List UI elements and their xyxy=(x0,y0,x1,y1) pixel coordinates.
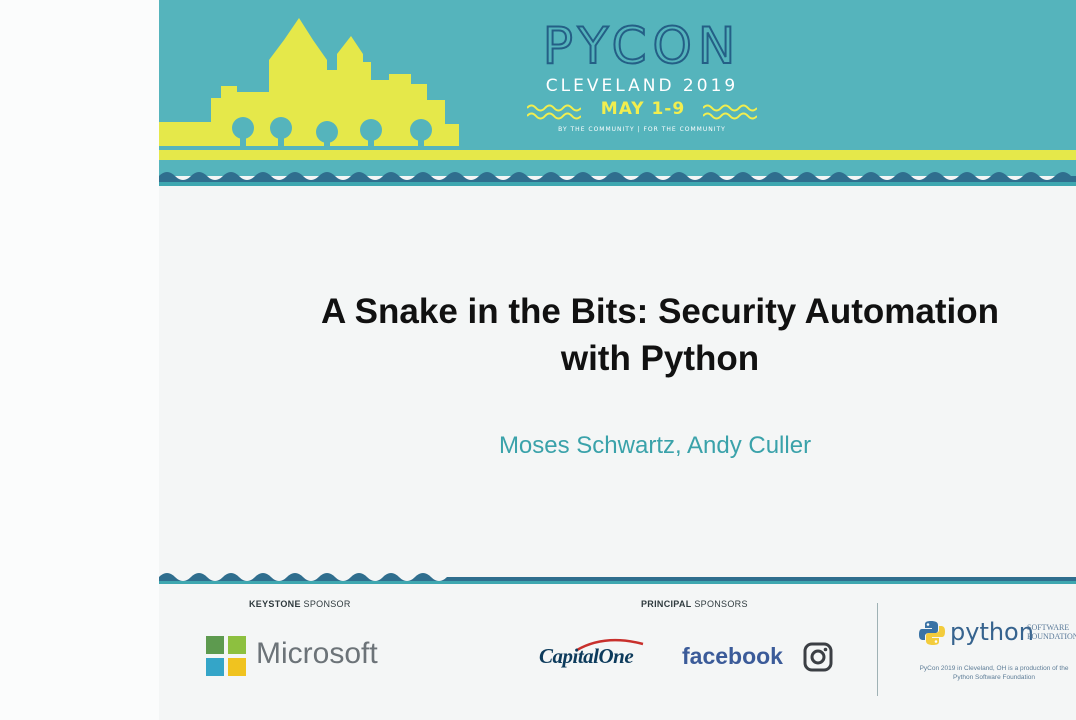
presentation-slide: PYCON CLEVELAND 2019 MAY 1-9 BY THE COMM… xyxy=(0,0,1076,720)
python-logo-icon xyxy=(919,621,945,645)
psf-suffix-line-2: FOUNDATION xyxy=(1027,632,1076,641)
python-wordmark: python xyxy=(950,618,1034,646)
event-tagline: BY THE COMMUNITY | FOR THE COMMUNITY xyxy=(558,126,726,133)
slide-left-margin xyxy=(0,0,159,720)
talk-title-line-1: A Snake in the Bits: Security Automation xyxy=(320,292,1000,331)
principal-sponsors-heading: PRINCIPAL SPONSORS xyxy=(641,599,748,609)
keystone-label-bold: KEYSTONE xyxy=(249,599,301,609)
psf-production-note: PyCon 2019 in Cleveland, OH is a product… xyxy=(912,664,1076,682)
footer-wave-divider xyxy=(159,573,1076,584)
dates-row: MAY 1-9 xyxy=(527,99,757,125)
city-year-label: CLEVELAND 2019 xyxy=(545,76,739,96)
wave-ornament-right-icon xyxy=(703,104,757,120)
pycon-wordmark: PYCON xyxy=(542,17,742,75)
sponsor-divider xyxy=(877,603,878,696)
keystone-label-light: SPONSOR xyxy=(300,599,351,609)
pycon-banner: PYCON CLEVELAND 2019 MAY 1-9 BY THE COMM… xyxy=(159,0,1076,190)
capital-one-wordmark: CapitalOne xyxy=(539,644,634,668)
talk-title: A Snake in the Bits: Security Automation… xyxy=(270,288,1050,382)
event-dates: MAY 1-9 xyxy=(600,99,686,119)
principal-label-bold: PRINCIPAL xyxy=(641,599,692,609)
facebook-wordmark: facebook xyxy=(682,643,783,669)
keystone-sponsor-heading: KEYSTONE SPONSOR xyxy=(249,599,351,609)
microsoft-logo-icon xyxy=(206,636,246,676)
wave-ornament-left-icon xyxy=(527,104,581,120)
instagram-icon xyxy=(803,642,833,672)
talk-authors: Moses Schwartz, Andy Culler xyxy=(498,432,812,459)
principal-label-light: SPONSORS xyxy=(691,599,748,609)
psf-suffix-line-1: SOFTWARE xyxy=(1027,623,1070,632)
psf-suffix: SOFTWARE FOUNDATION xyxy=(1027,623,1076,641)
psf-note-line-2: Python Software Foundation xyxy=(952,674,1036,681)
psf-note-line-1: PyCon 2019 in Cleveland, OH is a product… xyxy=(919,665,1069,672)
microsoft-wordmark: Microsoft xyxy=(256,637,378,670)
talk-title-line-2: with Python xyxy=(560,339,760,378)
